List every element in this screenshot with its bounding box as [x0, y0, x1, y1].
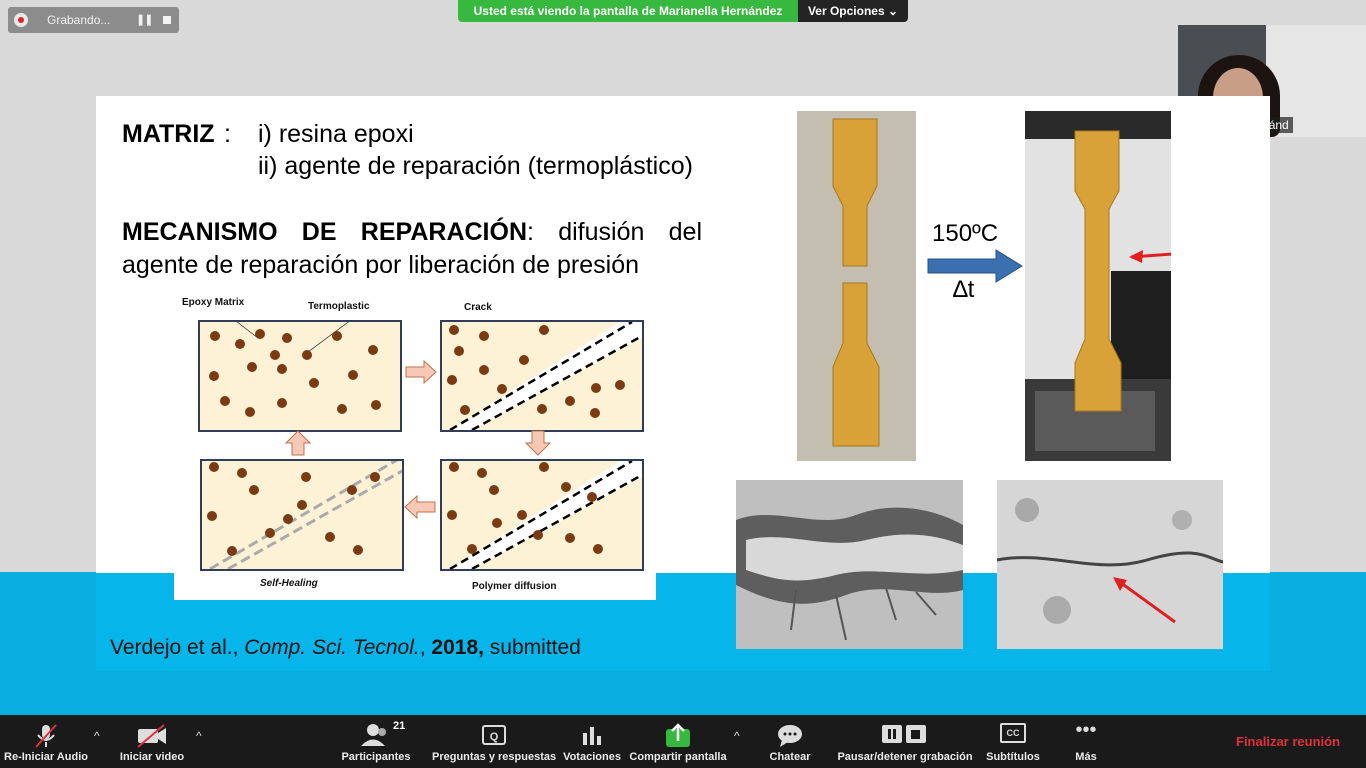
citation-status: submitted: [483, 636, 581, 659]
qa-button[interactable]: Q Preguntas y respuestas: [432, 715, 556, 768]
polls-icon: [583, 727, 601, 745]
polls-label: Votaciones: [563, 751, 621, 763]
matrix-item-2: ii) agente de reparación (termoplástico): [258, 152, 693, 180]
view-options-button[interactable]: Ver Opciones ⌄: [798, 0, 908, 22]
micrograph-healed-graphic: [997, 480, 1223, 649]
unmute-audio-button[interactable]: Re-Iniciar Audio: [0, 715, 92, 768]
stop-recording-icon[interactable]: [163, 16, 171, 24]
self-healing-diagram: Epoxy Matrix Termoplastic Crack Self-Hea…: [174, 293, 656, 600]
label-polymer-diffusion: Polymer diffusion: [472, 581, 557, 592]
qa-icon: Q: [482, 725, 506, 745]
participants-icon: [361, 724, 386, 746]
arrow-left-icon: [404, 495, 436, 519]
chat-label: Chatear: [769, 751, 811, 763]
chat-button[interactable]: Chatear: [760, 715, 820, 768]
view-options-label: Ver Opciones: [807, 4, 885, 18]
participants-label: Participantes: [341, 751, 411, 763]
more-label: Más: [1075, 751, 1097, 763]
photo-healed-specimen: [1025, 111, 1171, 461]
participants-count: 21: [393, 720, 406, 732]
label-self-healing: Self-Healing: [260, 578, 318, 589]
micrograph-crack-graphic: [736, 480, 963, 649]
video-options-caret-icon[interactable]: ^: [196, 729, 202, 743]
recording-controls-button[interactable]: Pausar/detener grabación: [834, 715, 976, 768]
qa-label: Preguntas y respuestas: [432, 751, 557, 763]
pause-recording-icon[interactable]: ❚❚: [136, 13, 153, 26]
process-arrow-icon: [927, 249, 1023, 283]
video-off-icon: [137, 724, 166, 748]
recording-controls-label: Pausar/detener grabación: [837, 751, 973, 763]
panel-epoxy-matrix: [198, 320, 402, 432]
citation-authors: Verdejo et al.,: [110, 636, 245, 659]
diffusion-graphic: [447, 461, 642, 569]
shared-slide: MATRIZ : i) resina epoxi ii) agente de r…: [96, 96, 1270, 671]
citation-journal: Comp. Sci. Tecnol.: [244, 636, 420, 659]
arrow-down-icon: [524, 430, 552, 456]
recording-dot-icon: [14, 13, 28, 27]
mechanism-text-1: : difusión del: [527, 218, 703, 246]
chevron-down-icon: ⌄: [887, 4, 899, 18]
matrix-colon: :: [224, 120, 231, 148]
label-epoxy-matrix: Epoxy Matrix: [182, 297, 245, 308]
end-meeting-button[interactable]: Finalizar reunión: [1236, 734, 1340, 749]
share-options-caret-icon[interactable]: ^: [734, 729, 740, 743]
mechanism-line-2: agente de reparación por liberación de p…: [122, 251, 640, 279]
crack-graphic: [447, 322, 642, 430]
share-screen-button[interactable]: Compartir pantalla: [628, 715, 728, 768]
start-video-label: Iniciar video: [119, 751, 185, 763]
cc-icon: CC: [1000, 723, 1026, 743]
arrow-up-icon: [284, 430, 312, 456]
arrow-right-icon: [405, 359, 437, 385]
meeting-toolbar: Re-Iniciar Audio ^ Iniciar video ^ 21 Pa…: [0, 715, 1366, 768]
temperature-label: 150ºC: [932, 220, 999, 247]
photo-broken-specimen: [797, 111, 916, 461]
subtitles-label: Subtítulos: [986, 751, 1040, 763]
polls-button[interactable]: Votaciones: [560, 715, 624, 768]
muted-microphone-icon: [35, 724, 57, 748]
matrix-item-1: i) resina epoxi: [258, 120, 414, 148]
panel-crack: [440, 320, 644, 432]
specimen-graphic: [797, 111, 916, 461]
more-button[interactable]: ••• Más: [1058, 715, 1114, 768]
citation-separator: ,: [419, 636, 432, 659]
micrograph-crack: [736, 480, 963, 649]
label-crack: Crack: [464, 302, 492, 313]
matrix-heading: MATRIZ: [122, 120, 215, 148]
pause-stop-recording-icon: [882, 725, 926, 743]
delta-t-label: ∆t: [953, 276, 975, 303]
citation: Verdejo et al., Comp. Sci. Tecnol., 2018…: [110, 636, 581, 660]
label-termoplastic: Termoplastic: [308, 301, 370, 312]
unmute-audio-label: Re-Iniciar Audio: [4, 751, 88, 763]
citation-year: 2018,: [431, 636, 484, 659]
recording-indicator: Grabando... ❚❚: [8, 7, 179, 33]
subtitles-button[interactable]: CC Subtítulos: [982, 715, 1044, 768]
mechanism-heading: MECANISMO DE REPARACIÓN: [122, 218, 528, 246]
screen-share-banner: Usted está viendo la pantalla de Mariane…: [458, 0, 798, 22]
recording-label: Grabando...: [47, 13, 111, 27]
tensile-test-graphic: [1025, 111, 1171, 461]
mechanism-line-1: MECANISMO DE REPARACIÓN: difusión del: [122, 218, 702, 247]
share-screen-icon: [666, 723, 690, 747]
start-video-button[interactable]: Iniciar video: [112, 715, 192, 768]
participants-button[interactable]: 21 Participantes: [338, 715, 414, 768]
panel-polymer-diffusion: [440, 459, 644, 571]
audio-options-caret-icon[interactable]: ^: [94, 729, 100, 743]
svg-text:Q: Q: [490, 731, 499, 743]
particles-graphic: [209, 322, 381, 417]
micrograph-healed: [997, 480, 1223, 649]
share-screen-label: Compartir pantalla: [629, 751, 727, 763]
chat-icon: [778, 725, 802, 747]
panel-self-healing: [200, 459, 404, 571]
more-icon: •••: [1075, 719, 1097, 741]
healed-graphic: [207, 461, 402, 569]
